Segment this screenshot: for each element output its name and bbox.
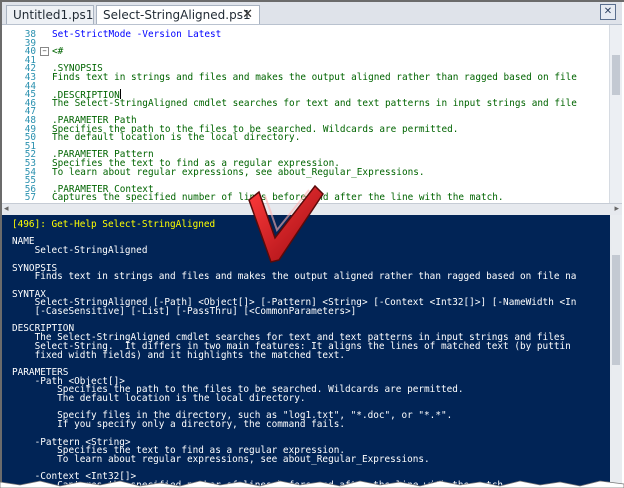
- tab-label: Untitled1.ps1: [13, 8, 94, 22]
- scroll-left-icon[interactable]: ◂: [4, 204, 9, 214]
- console-output-line: -Pattern <String>: [12, 436, 131, 448]
- console-vertical-scrollbar[interactable]: [610, 215, 622, 488]
- console-output-line: Specify files in the directory, such as …: [12, 410, 453, 422]
- console-output-line: Finds text in strings and files and make…: [12, 271, 577, 283]
- console-output-line: DESCRIPTION: [12, 323, 75, 335]
- tab-strip: Untitled1.ps1 Select-StringAligned.ps1 ✕…: [2, 2, 622, 25]
- console-output-line: The Select-StringAligned cmdlet searches…: [12, 332, 566, 344]
- tab-close-icon[interactable]: ✕: [242, 6, 253, 24]
- editor-line[interactable]: 38 Set-StrictMode -Version Latest: [2, 29, 608, 40]
- console-output-line: PARAMETERS: [12, 366, 69, 378]
- scroll-right-icon[interactable]: ▸: [614, 204, 619, 214]
- editor-scroll-thumb[interactable]: [612, 55, 620, 95]
- red-check-arrow-icon: [248, 184, 324, 263]
- console-output-line: SYNTAX: [12, 288, 46, 300]
- editor-vertical-scrollbar[interactable]: [609, 25, 622, 203]
- torn-edge: [0, 480, 624, 488]
- console-output-line: Select-StringAligned [-Path] <Object[]> …: [12, 297, 577, 309]
- code-text: Set-StrictMode -Version Latest: [52, 29, 222, 40]
- console-output-line: NAME: [12, 236, 35, 248]
- tab-untitled1[interactable]: Untitled1.ps1: [6, 5, 94, 24]
- console-scroll-thumb[interactable]: [612, 255, 620, 365]
- tab-label: Select-StringAligned.ps1: [103, 8, 251, 22]
- tab-select-stringaligned[interactable]: Select-StringAligned.ps1 ✕: [96, 5, 260, 24]
- script-editor-pane[interactable]: 57 Captures the specified number of lines…: [2, 25, 622, 203]
- pane-close-icon[interactable]: ✕: [600, 4, 616, 20]
- line-number: 38: [24, 29, 36, 40]
- console-output-line: SYNOPSIS: [12, 262, 58, 274]
- console-prompt-line: [496]: Get-Help Select-StringAligned: [12, 219, 216, 230]
